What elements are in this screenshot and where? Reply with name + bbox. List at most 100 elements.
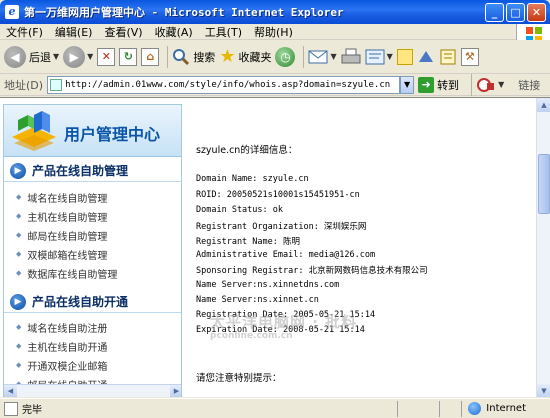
sidebar-item-host-open[interactable]: ◆ 主机在线自助开通 (16, 338, 107, 354)
sidebar-item-mail-manage[interactable]: ◆ 邮局在线自助管理 (16, 227, 107, 243)
chevron-down-icon: ▼ (330, 52, 337, 61)
section-title: 产品在线自助开通 (32, 295, 129, 309)
arrow-circle-icon: ▶ (10, 162, 26, 179)
chevron-down-icon: ▼ (53, 52, 60, 61)
menu-view[interactable]: 查看(V) (98, 24, 148, 40)
back-arrow-icon: ◀ (4, 45, 26, 68)
sidebar-item-label: 邮局在线自助管理 (27, 231, 108, 243)
sidebar-logo-title: 用户管理中心 (64, 125, 161, 144)
vertical-scrollbar[interactable]: ▲ ▼ (536, 98, 550, 397)
whois-line: Name Server:ns.xinnetdns.com (196, 280, 340, 290)
sidebar-item-label: 主机在线自助管理 (27, 212, 108, 224)
sidebar-item-label: 开通双模企业邮箱 (27, 361, 108, 373)
back-button[interactable]: ◀ 后退 ▼ (4, 45, 60, 68)
sidebar-item-label: 域名在线自助注册 (27, 323, 108, 335)
home-icon: ⌂ (141, 47, 160, 66)
watermark-text: 太平洋电脑网 · 批料 (210, 313, 358, 331)
mail-button[interactable]: ▼ (308, 49, 337, 65)
minimize-button[interactable]: _ (485, 2, 504, 22)
translate-icon[interactable] (476, 77, 496, 93)
sidebar-item-database-manage[interactable]: ◆ 数据库在线自助管理 (16, 265, 117, 281)
section-header-manage: ▶ 产品在线自助管理 (4, 160, 181, 182)
research-button[interactable] (439, 48, 457, 66)
go-button[interactable]: 转到 (437, 77, 459, 93)
security-zone: Internet (461, 400, 550, 417)
menu-edit[interactable]: 编辑(E) (49, 24, 99, 40)
history-button[interactable]: ◷ (275, 46, 296, 67)
sidebar-item-dual-mailbox-manage[interactable]: ◆ 双模邮箱在线管理 (16, 246, 107, 262)
menu-tools[interactable]: 工具(T) (199, 24, 248, 40)
search-label: 搜索 (193, 50, 216, 64)
arrow-circle-icon: ▶ (10, 293, 26, 310)
home-button[interactable]: ⌂ (141, 47, 160, 66)
building-logo-icon (12, 111, 56, 151)
refresh-button[interactable]: ↻ (119, 47, 138, 66)
sidebar-item-domain-register[interactable]: ◆ 域名在线自助注册 (16, 319, 107, 335)
zone-label: Internet (486, 403, 526, 414)
scroll-right-icon[interactable]: ▶ (170, 385, 181, 397)
star-icon: ★ (219, 46, 236, 67)
page-done-icon (4, 401, 18, 416)
whois-line: Registrant Name: 陈明 (196, 237, 300, 247)
toolbar: ◀ 后退 ▼ ▶ ▼ ✕ ↻ ⌂ 搜索 ★ 收藏夹 ◷ ▼ ▼ ⚒ (0, 40, 550, 74)
bullet-icon: ◆ (16, 193, 22, 201)
forward-arrow-icon: ▶ (63, 45, 86, 68)
sidebar-logo-banner: 用户管理中心 (4, 105, 181, 157)
whois-line: Administrative Email: media@126.com (196, 250, 376, 260)
globe-icon (468, 402, 482, 415)
menu-help[interactable]: 帮助(H) (248, 24, 299, 40)
address-label: 地址(D) (4, 78, 44, 92)
bullet-icon: ◆ (16, 250, 22, 258)
chevron-down-icon[interactable]: ▼ (498, 80, 504, 89)
printer-icon (341, 48, 361, 63)
sidebar-item-label: 域名在线自助管理 (27, 193, 108, 205)
scrollbar-thumb[interactable] (538, 154, 550, 214)
discuss-button[interactable] (396, 48, 413, 65)
address-input[interactable]: http://admin.01www.com/style/info/whois.… (47, 75, 401, 94)
address-dropdown[interactable]: ▼ (400, 75, 415, 94)
chevron-down-icon: ▼ (386, 52, 393, 61)
watermark-subtext: pconline.com.cn (210, 331, 293, 341)
address-url: http://admin.01www.com/style/info/whois.… (65, 79, 391, 90)
toolbar-divider (303, 45, 305, 68)
section-title: 产品在线自助管理 (32, 164, 129, 178)
sidebar-horizontal-scrollbar[interactable]: ◀ ▶ (4, 384, 181, 397)
back-label: 后退 (29, 50, 51, 64)
menu-file[interactable]: 文件(F) (0, 24, 49, 40)
favorites-button[interactable]: ★ 收藏夹 (219, 46, 271, 67)
sidebar-item-host-manage[interactable]: ◆ 主机在线自助管理 (16, 208, 107, 224)
menu-favorites[interactable]: 收藏(A) (149, 24, 199, 40)
stop-button[interactable]: ✕ (97, 47, 116, 66)
address-bar: 地址(D) http://admin.01www.com/style/info/… (0, 73, 550, 96)
sidebar-item-dual-mailbox-open[interactable]: ◆ 开通双模企业邮箱 (16, 357, 107, 373)
whois-pane: szyule.cn的详细信息： Domain Name: szyule.cn R… (196, 98, 536, 397)
sidebar-item-label: 数据库在线自助管理 (27, 269, 118, 281)
edit-button[interactable]: ▼ (365, 49, 393, 65)
bullet-icon: ◆ (16, 212, 22, 220)
history-icon: ◷ (275, 46, 296, 67)
scroll-down-icon[interactable]: ▼ (537, 384, 550, 397)
tools-button[interactable]: ⚒ (460, 47, 479, 66)
sidebar-item-domain-manage[interactable]: ◆ 域名在线自助管理 (16, 189, 107, 205)
messenger-icon (418, 50, 433, 62)
bullet-icon: ◆ (16, 342, 22, 350)
scroll-up-icon[interactable]: ▲ (537, 98, 550, 112)
go-arrow-icon[interactable]: ➜ (418, 76, 435, 93)
whois-line: Domain Status: ok (196, 205, 283, 215)
messenger-button[interactable] (417, 48, 435, 66)
close-button[interactable]: ✕ (527, 2, 546, 22)
toolbar-divider (167, 45, 169, 68)
maximize-button[interactable]: □ (506, 2, 525, 22)
forward-button[interactable]: ▶ ▼ (63, 45, 93, 68)
edit-icon (365, 49, 385, 64)
bullet-icon: ◆ (16, 361, 22, 369)
window-title: 第一万维网用户管理中心 - Microsoft Internet Explore… (24, 6, 344, 19)
tools-icon: ⚒ (460, 47, 479, 66)
sidebar-item-label: 双模邮箱在线管理 (27, 250, 108, 262)
refresh-icon: ↻ (119, 47, 138, 66)
links-label[interactable]: 链接 (518, 77, 540, 93)
search-button[interactable]: 搜索 (172, 48, 215, 66)
scroll-left-icon[interactable]: ◀ (4, 385, 17, 397)
print-button[interactable] (341, 48, 361, 66)
whois-line: Registrant Organization: 深圳娱乐网 (196, 222, 367, 232)
